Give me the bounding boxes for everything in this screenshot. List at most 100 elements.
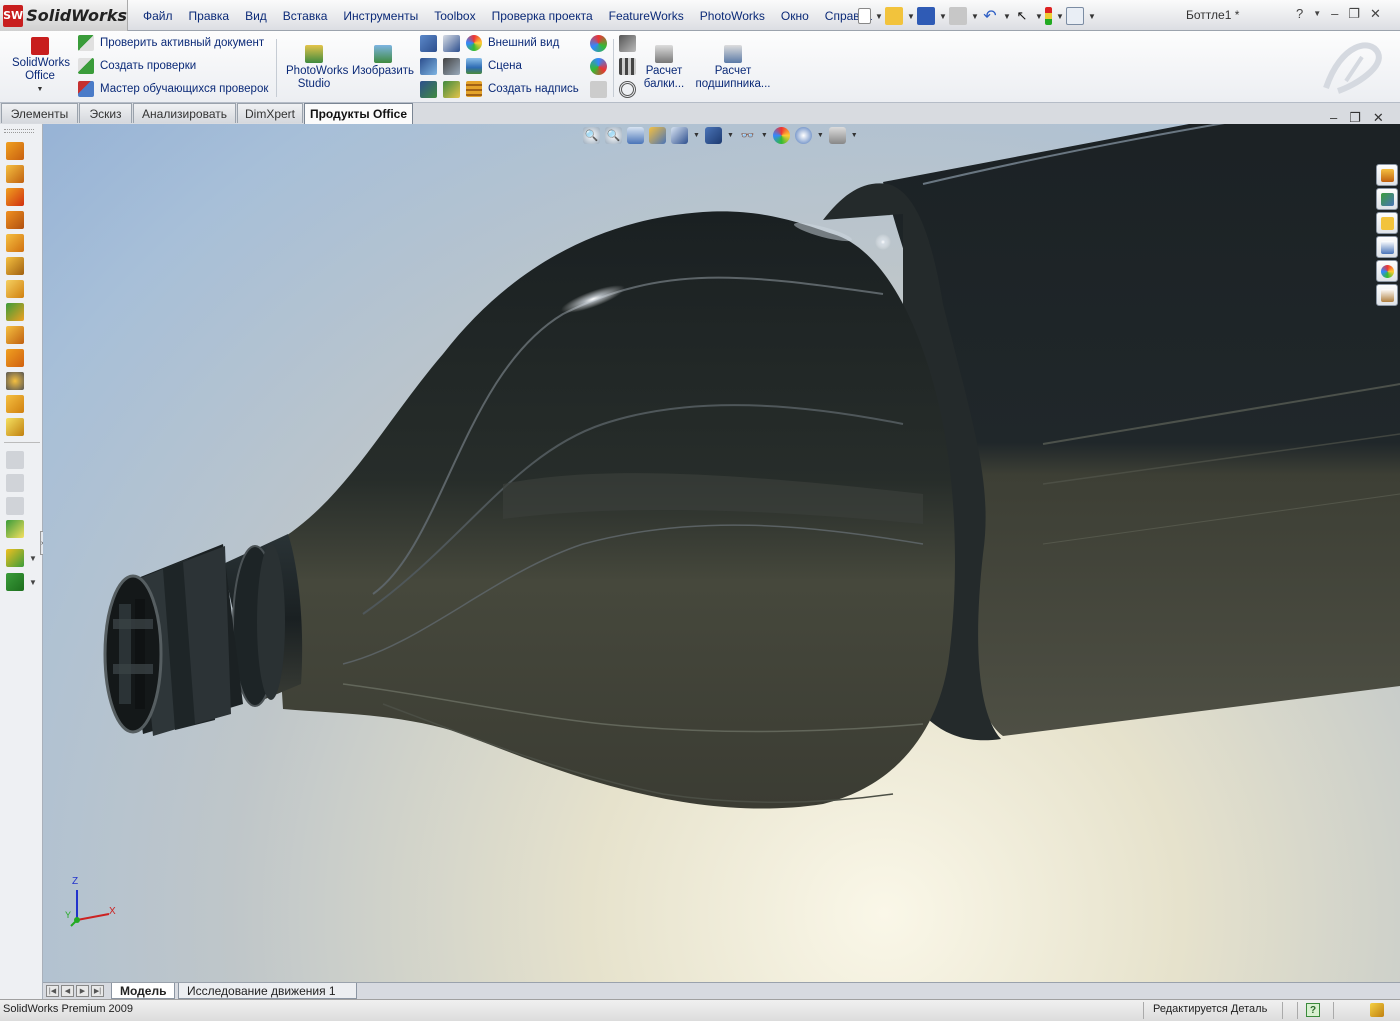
select-arrow-icon[interactable]: ↖ — [1013, 7, 1031, 25]
scene-button[interactable]: Сцена — [466, 58, 522, 74]
viewport-close-icon[interactable]: ✕ — [1373, 110, 1384, 126]
new-document-icon[interactable] — [858, 8, 871, 24]
photoworks-studio-button[interactable]: PhotoWorks Studio — [284, 45, 348, 91]
beam-calculator-button[interactable]: Расчет балки... — [640, 45, 688, 91]
new-dropdown-icon[interactable]: ▼ — [875, 12, 883, 21]
appearance-button[interactable]: Внешний вид — [466, 35, 559, 51]
display-style-icon[interactable] — [704, 126, 722, 144]
prev-tab-icon[interactable]: ◀ — [61, 985, 74, 997]
previous-view-icon[interactable] — [627, 126, 644, 144]
render-region-icon[interactable] — [420, 35, 437, 52]
fillet-icon[interactable] — [6, 280, 24, 298]
curve-tools-dropdown-icon[interactable]: ▼ — [29, 578, 37, 587]
display-style-dropdown-icon[interactable]: ▼ — [727, 132, 734, 139]
undo-icon[interactable]: ↶ — [981, 7, 999, 25]
open-folder-icon[interactable] — [885, 7, 903, 25]
view-settings-icon[interactable] — [828, 126, 846, 144]
bottle-model[interactable] — [43, 124, 1400, 982]
hide-show-items-icon[interactable]: 👓 — [739, 127, 756, 144]
file-explorer-tab[interactable] — [1376, 212, 1398, 234]
minimize-icon[interactable]: – — [1331, 6, 1338, 22]
revolved-boss-icon[interactable] — [6, 165, 24, 183]
zoom-to-area-icon[interactable]: 🔍 — [605, 126, 622, 144]
menu-insert[interactable]: Вставка — [275, 9, 336, 23]
toolbox-hammer-icon[interactable] — [619, 35, 636, 52]
lofted-boss-icon[interactable] — [6, 211, 24, 229]
menu-tools[interactable]: Инструменты — [335, 9, 426, 23]
save-dropdown-icon[interactable]: ▼ — [939, 12, 947, 21]
extruded-cut-icon[interactable] — [6, 234, 24, 252]
rebuild-dropdown-icon[interactable]: ▼ — [1056, 12, 1064, 21]
open-dropdown-icon[interactable]: ▼ — [907, 12, 915, 21]
learning-checks-wizard-button[interactable]: Мастер обучающихся проверок — [78, 81, 268, 97]
tab-features[interactable]: Элементы — [1, 103, 78, 123]
menu-toolbox[interactable]: Toolbox — [426, 9, 483, 23]
render-select-icon[interactable] — [443, 35, 460, 52]
section-view-icon[interactable] — [649, 126, 666, 144]
render-button[interactable]: Изобразить — [352, 45, 414, 78]
create-decal-button[interactable]: Создать надпись — [466, 81, 579, 97]
surface-icon[interactable] — [6, 520, 24, 538]
rebuild-traffic-light-icon[interactable] — [1045, 7, 1052, 25]
view-settings-dropdown-icon[interactable]: ▼ — [851, 132, 858, 139]
options-icon[interactable] — [1066, 7, 1084, 25]
hide-show-dropdown-icon[interactable]: ▼ — [761, 132, 768, 139]
dome-icon[interactable] — [6, 372, 24, 390]
undo-dropdown-icon[interactable]: ▼ — [1003, 12, 1011, 21]
viewport-restore-icon[interactable]: ❐ — [1349, 110, 1361, 126]
sketch-tools-icon[interactable] — [6, 549, 24, 567]
app-logo[interactable]: SW SolidWorks — [0, 0, 128, 31]
appearances-tab[interactable] — [1376, 260, 1398, 282]
check-active-document-button[interactable]: Проверить активный документ — [78, 35, 264, 51]
quick-tips-help-icon[interactable]: ? — [1306, 1003, 1320, 1017]
tab-sketch[interactable]: Эскиз — [79, 103, 132, 123]
next-tab-icon[interactable]: ▶ — [76, 985, 89, 997]
graphics-area[interactable]: 🔍 🔍 ▼ ▼ 👓 ▼ ▼ ▼ — [43, 124, 1400, 982]
menu-photoworks[interactable]: PhotoWorks — [692, 9, 773, 23]
first-tab-icon[interactable]: |◀ — [46, 985, 59, 997]
help-icon[interactable]: ? — [1296, 6, 1303, 22]
last-tab-icon[interactable]: ▶| — [91, 985, 104, 997]
pattern-icon[interactable] — [6, 303, 24, 321]
view-orientation-dropdown-icon[interactable]: ▼ — [693, 132, 700, 139]
shell-icon[interactable] — [6, 395, 24, 413]
tab-motion-study[interactable]: Исследование движения 1 — [178, 983, 357, 999]
render-file-icon[interactable] — [443, 81, 460, 98]
print-icon[interactable] — [949, 7, 967, 25]
render-last-icon[interactable] — [420, 81, 437, 98]
edit-appearance-icon[interactable] — [772, 126, 790, 144]
select-dropdown-icon[interactable]: ▼ — [1035, 12, 1043, 21]
dropdown-arrow-icon[interactable]: ▼ — [37, 83, 44, 96]
design-library-tab[interactable] — [1376, 188, 1398, 210]
curve-tools-icon[interactable] — [6, 573, 24, 591]
view-palette-tab[interactable] — [1376, 236, 1398, 258]
menu-design-check[interactable]: Проверка проекта — [484, 9, 601, 23]
copy-appearance-icon[interactable] — [590, 35, 607, 52]
tab-model[interactable]: Модель — [111, 983, 176, 999]
menu-view[interactable]: Вид — [237, 9, 275, 23]
preview-icon[interactable] — [420, 58, 437, 75]
toolbar-grip[interactable] — [4, 129, 34, 133]
viewport-minimize-icon[interactable]: – — [1330, 110, 1337, 126]
toolbox-spring-icon[interactable] — [619, 81, 636, 98]
tab-evaluate[interactable]: Анализировать — [133, 103, 236, 123]
tab-dimxpert[interactable]: DimXpert — [237, 103, 303, 123]
menu-window[interactable]: Окно — [773, 9, 817, 23]
revolved-cut-icon[interactable] — [6, 257, 24, 275]
solidworks-office-button[interactable]: SolidWorks Office ▼ — [8, 37, 72, 96]
preview-window-icon[interactable] — [443, 58, 460, 75]
swept-boss-icon[interactable] — [6, 188, 24, 206]
rebuild-pencil-icon[interactable] — [1370, 1003, 1384, 1017]
view-orientation-icon[interactable] — [671, 126, 688, 144]
apply-scene-icon[interactable] — [794, 126, 812, 144]
options-dropdown-icon[interactable]: ▼ — [1088, 12, 1096, 21]
toolbox-structure-icon[interactable] — [619, 58, 636, 75]
menu-edit[interactable]: Правка — [181, 9, 238, 23]
zoom-to-fit-icon[interactable]: 🔍 — [583, 126, 600, 144]
help-dropdown-icon[interactable]: ▼ — [1313, 9, 1321, 22]
mirror-icon[interactable] — [6, 326, 24, 344]
bearing-calculator-button[interactable]: Расчет подшипника... — [694, 45, 772, 91]
create-checks-button[interactable]: Создать проверки — [78, 58, 196, 74]
solidworks-resources-tab[interactable] — [1376, 164, 1398, 186]
save-icon[interactable] — [917, 7, 935, 25]
